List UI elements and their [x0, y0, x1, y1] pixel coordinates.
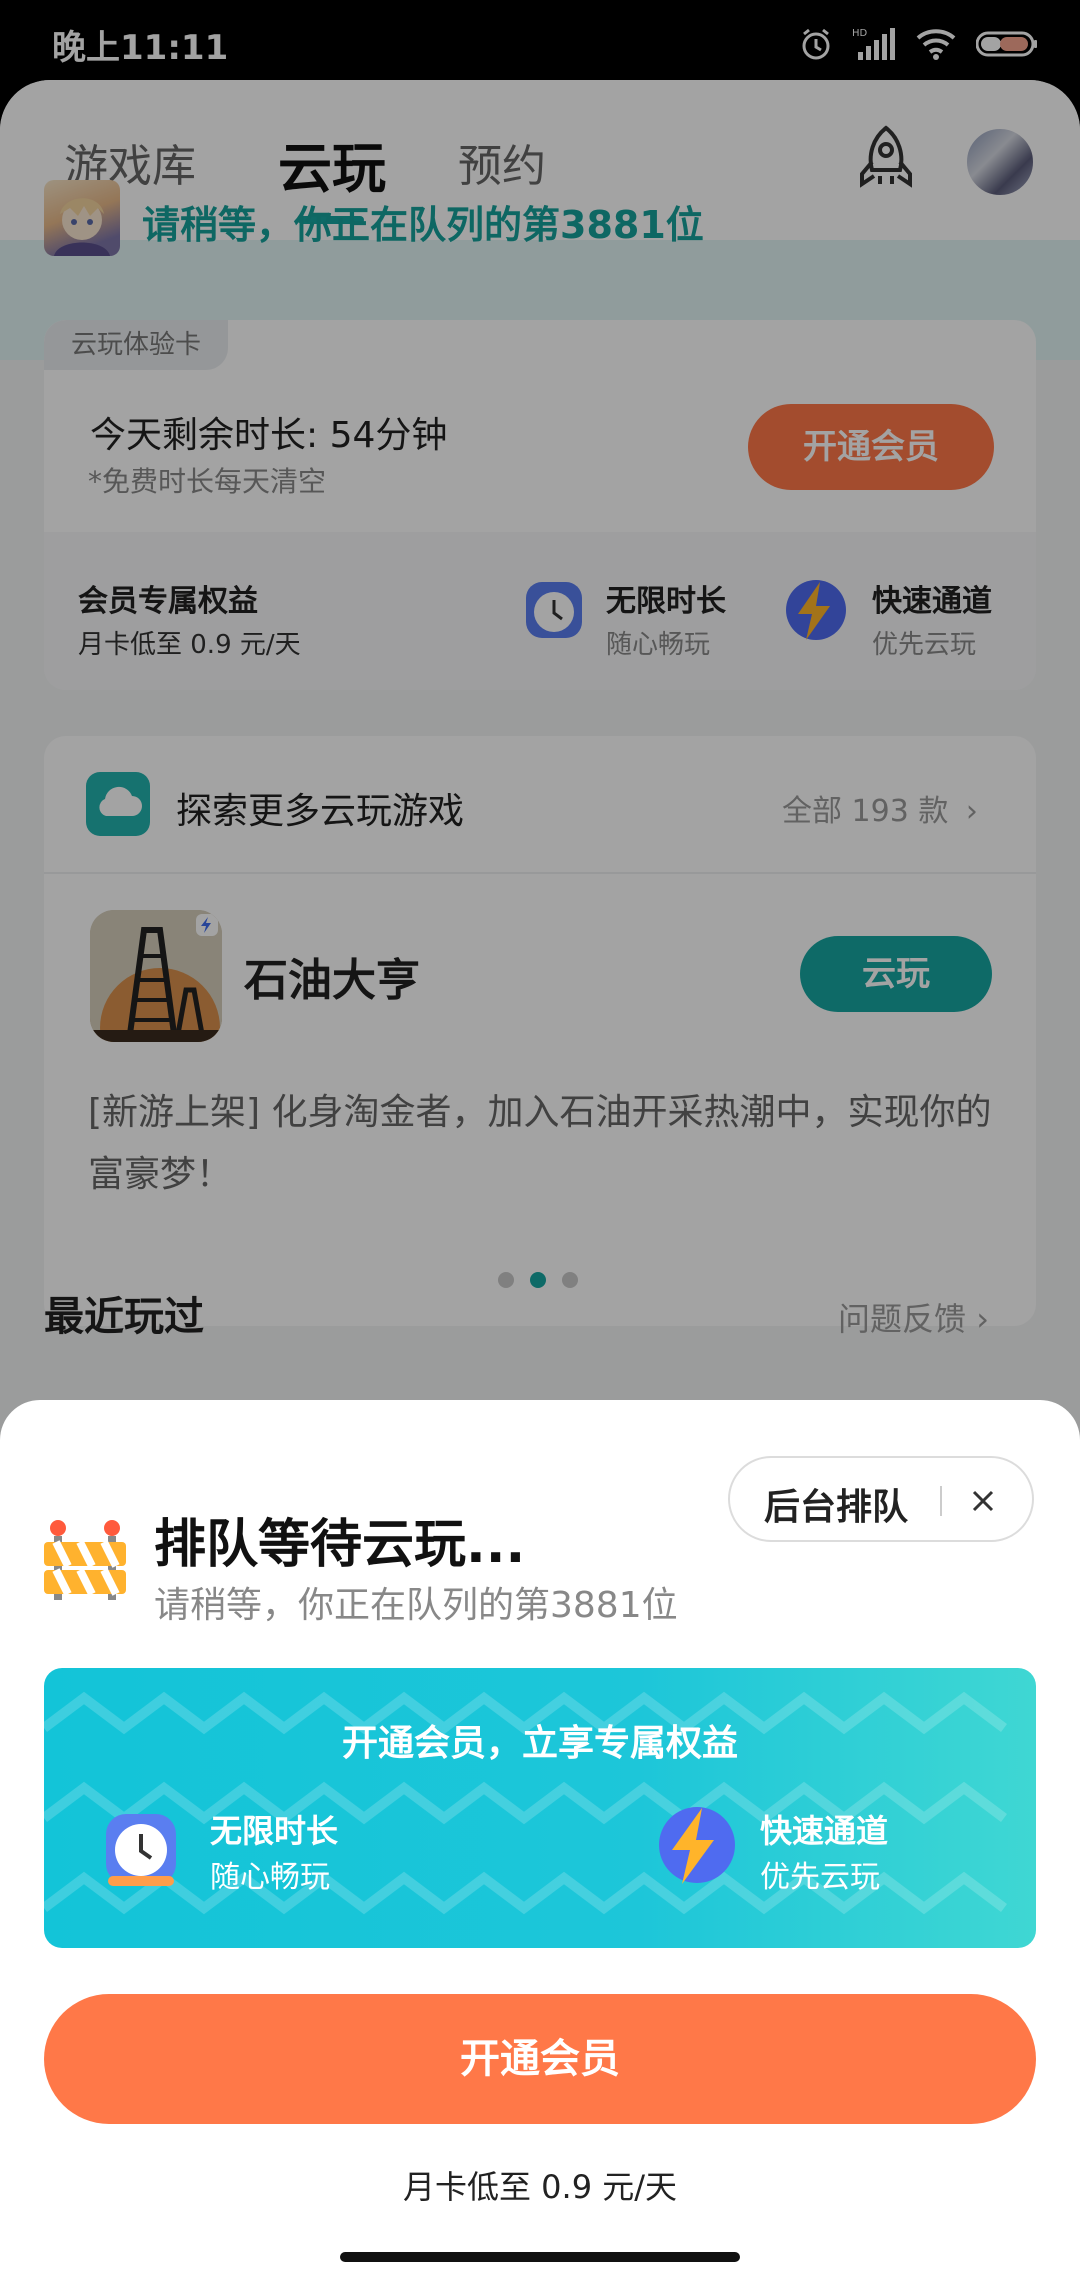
- promo-fast-sub: 优先云玩: [760, 1860, 880, 1895]
- promo-unlimited-title: 无限时长: [210, 1812, 339, 1850]
- lightning-icon: [659, 1807, 735, 1884]
- home-indicator[interactable]: [340, 2252, 740, 2262]
- membership-promo-banner[interactable]: 开通会员，立享专属权益 无限时长 随心畅玩 快速通道 优先云玩: [44, 1668, 1036, 1948]
- alarm-clock-icon: [106, 1814, 176, 1886]
- open-membership-cta-button[interactable]: 开通会员: [44, 1994, 1036, 2124]
- sheet-subtitle: 请稍等，你正在队列的第3881位: [154, 1585, 678, 1626]
- promo-title: 开通会员，立享专属权益: [341, 1723, 738, 1764]
- membership-price-note: 月卡低至 0.9 元/天: [402, 2168, 678, 2206]
- promo-unlimited-sub: 随心畅玩: [210, 1860, 330, 1895]
- road-barrier-icon: [44, 1520, 126, 1600]
- promo-fast-title: 快速通道: [760, 1812, 889, 1850]
- close-icon[interactable]: [966, 1484, 1000, 1518]
- background-queue-pill: 后台排队: [728, 1456, 1034, 1542]
- background-queue-button[interactable]: 后台排队: [764, 1478, 908, 1530]
- divider: [940, 1486, 942, 1516]
- queue-bottom-sheet: 排队等待云玩... 请稍等，你正在队列的第3881位 后台排队 开通会员，立享专…: [0, 1400, 1080, 2280]
- sheet-title: 排队等待云玩...: [154, 1515, 526, 1575]
